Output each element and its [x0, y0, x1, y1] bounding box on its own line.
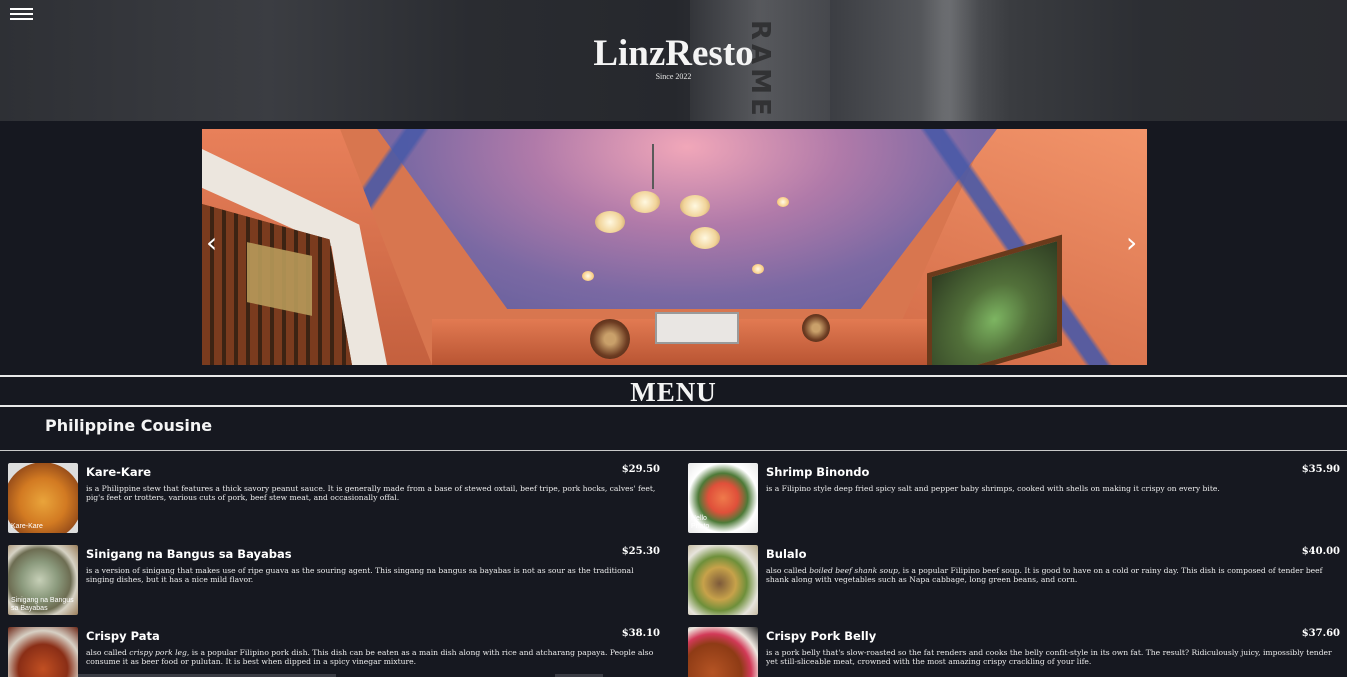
menu-item-price: $25.30 — [621, 546, 660, 557]
menu-item-description: is a version of sinigang that makes use … — [86, 566, 634, 585]
menu-item[interactable]: Bulalo $40.00 also called boiled beef sh… — [688, 545, 1340, 617]
description-text: also called — [766, 566, 810, 575]
chandelier-bulb — [595, 211, 625, 233]
food-image[interactable]: Sinigang na Bangus sa Bayabas — [8, 545, 78, 615]
wall-decoration — [802, 314, 830, 342]
menu-item-name: Kare-Kare — [86, 465, 152, 479]
menu-heading-bar: MENU — [0, 375, 1347, 407]
brand-tagline: Since 2022 — [655, 72, 692, 81]
food-image[interactable] — [688, 545, 758, 615]
menu-item-description: is a Philippine stew that features a thi… — [86, 484, 656, 503]
menu-item-name: Bulalo — [766, 547, 807, 561]
chevron-right-icon[interactable]: › — [1126, 229, 1144, 257]
menu-item-description: also called crispy pork leg, is a popula… — [86, 648, 661, 667]
menu-item-price: $40.00 — [1301, 546, 1340, 557]
menu-item-price: $37.60 — [1301, 628, 1340, 639]
category-title: Philippine Cousine — [45, 416, 213, 435]
brand-title[interactable]: LinzResto — [0, 32, 1347, 75]
menu-item-price: $29.50 — [621, 464, 660, 475]
air-conditioner — [655, 312, 739, 344]
menu-item[interactable]: Kare-Kare Kare-Kare $29.50 is a Philippi… — [8, 463, 660, 535]
hero-carousel[interactable]: ‹ › — [202, 129, 1147, 365]
ceiling-light — [752, 264, 764, 274]
menu-item[interactable]: Crispy Pata $38.10 also called crispy po… — [8, 627, 660, 677]
ceiling-light — [777, 197, 789, 207]
menu-item-description: is a pork belly that's slow-roasted so t… — [766, 648, 1332, 667]
menu-item-price: $38.10 — [621, 628, 660, 639]
description-emphasis: boiled beef shank soup — [809, 566, 898, 575]
divider — [0, 450, 1347, 451]
menu-item-description: also called boiled beef shank soup, is a… — [766, 566, 1341, 585]
hamburger-line — [10, 13, 33, 15]
chevron-left-icon[interactable]: ‹ — [206, 229, 224, 257]
menu-item-price: $35.90 — [1301, 464, 1340, 475]
menu-item-name: Crispy Pork Belly — [766, 629, 877, 643]
description-text: also called — [86, 648, 130, 657]
menu-item-name: Sinigang na Bangus sa Bayabas — [86, 547, 292, 561]
food-image[interactable]: Kare-Kare — [8, 463, 78, 533]
food-image-caption: Kare-Kare — [11, 523, 43, 530]
food-image-caption: Hello Photo — [691, 515, 710, 530]
ceiling-light — [582, 271, 594, 281]
food-image[interactable] — [8, 627, 78, 677]
menu-item-name: Shrimp Binondo — [766, 465, 870, 479]
description-emphasis: crispy pork leg — [129, 648, 187, 657]
menu-item-description: is a Filipino style deep fried spicy sal… — [766, 484, 1220, 493]
chandelier-bulb — [680, 195, 710, 217]
menu-title: MENU — [630, 377, 717, 407]
menu-item-name: Crispy Pata — [86, 629, 160, 643]
menu-item[interactable]: Hello Photo Shrimp Binondo $35.90 is a F… — [688, 463, 1340, 535]
food-image-caption: Sinigang na Bangus sa Bayabas — [11, 597, 74, 612]
menu-item[interactable]: Crispy Pork Belly $37.60 is a pork belly… — [688, 627, 1340, 677]
menu-item[interactable]: Sinigang na Bangus sa Bayabas Sinigang n… — [8, 545, 660, 617]
chandelier-bulb — [690, 227, 720, 249]
hamburger-line — [10, 8, 33, 10]
hamburger-line — [10, 18, 33, 20]
chandelier-bulb — [630, 191, 660, 213]
hamburger-menu-icon[interactable] — [10, 8, 33, 22]
wall-plate — [590, 319, 630, 359]
site-header: RAMEN LinzResto Since 2022 — [0, 0, 1347, 121]
chandelier — [652, 144, 654, 189]
food-image[interactable]: Hello Photo — [688, 463, 758, 533]
food-image[interactable] — [688, 627, 758, 677]
